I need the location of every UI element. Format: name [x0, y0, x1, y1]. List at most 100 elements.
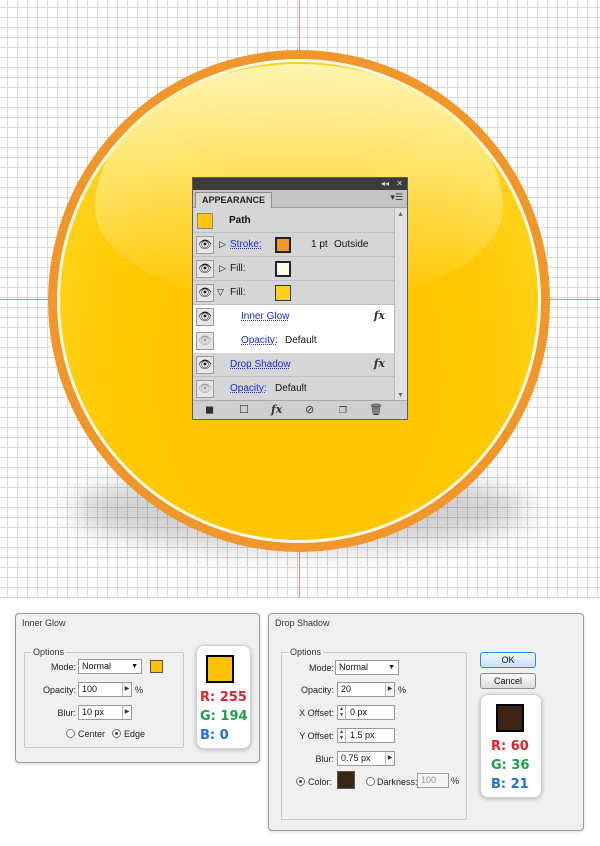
- y-offset-input[interactable]: ▲ ▼ 1.5 px: [337, 728, 395, 743]
- glow-color-swatch[interactable]: [150, 660, 163, 673]
- dialog-title: Inner Glow: [22, 618, 66, 628]
- eye-icon[interactable]: 👁: [196, 356, 214, 374]
- opacity-unit: %: [135, 685, 144, 695]
- edge-radio[interactable]: [112, 729, 121, 738]
- row-fill-2[interactable]: 👁 ▽ Fill:: [193, 281, 407, 305]
- opacity-label: Opacity:: [300, 685, 334, 695]
- y-offset-label: Y Offset:: [299, 731, 334, 741]
- opacity-label: Opacity:: [42, 685, 76, 695]
- dialog-title: Drop Shadow: [275, 618, 330, 628]
- step-arrow-icon[interactable]: ▶: [385, 752, 394, 765]
- stepper-icon[interactable]: ▲ ▼: [338, 706, 346, 719]
- path-thumbnail: [197, 213, 213, 229]
- fx-icon[interactable]: fx: [374, 309, 385, 322]
- panel-tab-row: APPEARANCE ▾☰: [193, 190, 407, 208]
- collapse-triangle-icon[interactable]: ▽: [217, 287, 224, 298]
- row-stroke[interactable]: 👁 ▷ Stroke: 1 pt Outside: [193, 233, 407, 257]
- collapse-icon[interactable]: ◂◂: [381, 178, 389, 190]
- eye-icon[interactable]: 👁: [196, 284, 214, 302]
- row-opacity[interactable]: 👁 Opacity: Default: [193, 377, 407, 401]
- close-icon[interactable]: ✕: [396, 178, 403, 190]
- center-radio[interactable]: [66, 729, 75, 738]
- blue-value: B: 0: [200, 728, 229, 743]
- color-info-card: R: 255 G: 194 B: 0: [196, 645, 251, 749]
- eye-icon[interactable]: 👁: [196, 260, 214, 278]
- duplicate-item-icon[interactable]: ❐: [339, 404, 347, 416]
- drop-shadow-dialog: Drop Shadow Options Mode: Normal ▼ Opaci…: [268, 613, 584, 831]
- new-art-basic-icon[interactable]: ◼: [205, 404, 214, 416]
- blue-value: B: 21: [491, 777, 529, 792]
- mode-label: Mode:: [308, 663, 334, 673]
- expand-triangle-icon[interactable]: ▷: [219, 263, 226, 274]
- green-value: G: 194: [200, 709, 248, 724]
- fill-swatch[interactable]: [275, 285, 291, 301]
- chevron-down-icon: ▼: [388, 664, 395, 671]
- new-art-icon[interactable]: ☐: [239, 404, 249, 416]
- blur-label: Blur:: [57, 708, 76, 718]
- scroll-up-icon[interactable]: ▲: [397, 211, 404, 218]
- fill-label: Fill:: [230, 287, 246, 298]
- green-value: G: 36: [491, 758, 530, 773]
- add-effect-icon[interactable]: fx: [271, 404, 282, 416]
- stepper-icon[interactable]: ▲ ▼: [338, 729, 346, 742]
- stroke-swatch[interactable]: [275, 237, 291, 253]
- red-value: R: 60: [491, 739, 529, 754]
- options-label: Options: [288, 647, 324, 657]
- color-info-card: R: 60 G: 36 B: 21: [480, 694, 542, 798]
- opacity-input[interactable]: 20 ▶: [337, 682, 395, 697]
- step-arrow-icon[interactable]: ▶: [385, 683, 394, 696]
- expand-triangle-icon[interactable]: ▷: [219, 239, 226, 250]
- color-radio[interactable]: [296, 777, 305, 786]
- cancel-button[interactable]: Cancel: [480, 673, 536, 689]
- darkness-input[interactable]: 100: [417, 773, 449, 788]
- artboard-canvas[interactable]: ◂◂ ✕ APPEARANCE ▾☰ Path 👁 ▷ Stroke: 1 pt…: [0, 0, 600, 598]
- stroke-align: Outside: [334, 239, 369, 250]
- opacity-link[interactable]: Opacity:: [241, 335, 278, 346]
- mode-label: Mode:: [50, 662, 76, 672]
- darkness-radio[interactable]: [366, 777, 375, 786]
- x-offset-input[interactable]: ▲ ▼ 0 px: [337, 705, 395, 720]
- stroke-link[interactable]: Stroke:: [230, 239, 262, 250]
- opacity-value: Default: [275, 383, 307, 394]
- blur-value: 10 px: [82, 707, 105, 717]
- mode-select[interactable]: Normal ▼: [78, 659, 142, 674]
- fill-swatch[interactable]: [275, 261, 291, 277]
- eye-icon[interactable]: 👁: [196, 308, 214, 326]
- row-fill-1[interactable]: 👁 ▷ Fill:: [193, 257, 407, 281]
- mode-select[interactable]: Normal ▼: [335, 660, 399, 675]
- panel-title-bar[interactable]: ◂◂ ✕: [193, 178, 407, 190]
- eye-icon[interactable]: 👁: [196, 236, 214, 254]
- clear-appearance-icon[interactable]: ⊘: [305, 404, 314, 416]
- shadow-color-swatch[interactable]: [337, 771, 355, 789]
- y-offset-value: 1.5 px: [350, 730, 375, 740]
- step-arrow-icon[interactable]: ▶: [122, 706, 131, 719]
- inner-glow-dialog: Inner Glow Options Mode: Normal ▼ Opacit…: [15, 613, 260, 763]
- darkness-value: 100: [421, 775, 437, 785]
- row-inner-glow[interactable]: 👁 Inner Glow fx: [193, 305, 407, 329]
- x-offset-value: 0 px: [350, 707, 368, 717]
- opacity-unit: %: [398, 685, 407, 695]
- blur-label: Blur:: [315, 754, 334, 764]
- delete-trash-icon[interactable]: 🗑: [369, 404, 383, 416]
- scroll-down-icon[interactable]: ▼: [397, 392, 404, 399]
- row-inner-opacity[interactable]: 👁 Opacity: Default: [193, 329, 407, 353]
- eye-icon[interactable]: 👁: [196, 380, 214, 398]
- fx-icon[interactable]: fx: [374, 357, 385, 370]
- panel-scrollbar[interactable]: ▲ ▼: [394, 209, 407, 401]
- opacity-link[interactable]: Opacity:: [230, 383, 267, 394]
- drop-shadow-link[interactable]: Drop Shadow: [230, 359, 291, 370]
- step-arrow-icon[interactable]: ▶: [122, 683, 131, 696]
- ok-button[interactable]: OK: [480, 652, 536, 668]
- eye-icon[interactable]: 👁: [196, 332, 214, 350]
- tab-appearance[interactable]: APPEARANCE: [195, 192, 273, 208]
- blur-input[interactable]: 10 px ▶: [78, 705, 132, 720]
- mode-value: Normal: [82, 661, 112, 671]
- blur-input[interactable]: 0.75 px ▶: [337, 751, 395, 766]
- panel-menu-icon[interactable]: ▾☰: [390, 192, 403, 203]
- row-drop-shadow[interactable]: 👁 Drop Shadow fx: [193, 353, 407, 377]
- row-path[interactable]: Path: [193, 209, 407, 233]
- options-label: Options: [31, 647, 67, 657]
- opacity-input[interactable]: 100 ▶: [78, 682, 132, 697]
- inner-glow-link[interactable]: Inner Glow: [241, 311, 289, 322]
- center-label: Center: [78, 729, 106, 739]
